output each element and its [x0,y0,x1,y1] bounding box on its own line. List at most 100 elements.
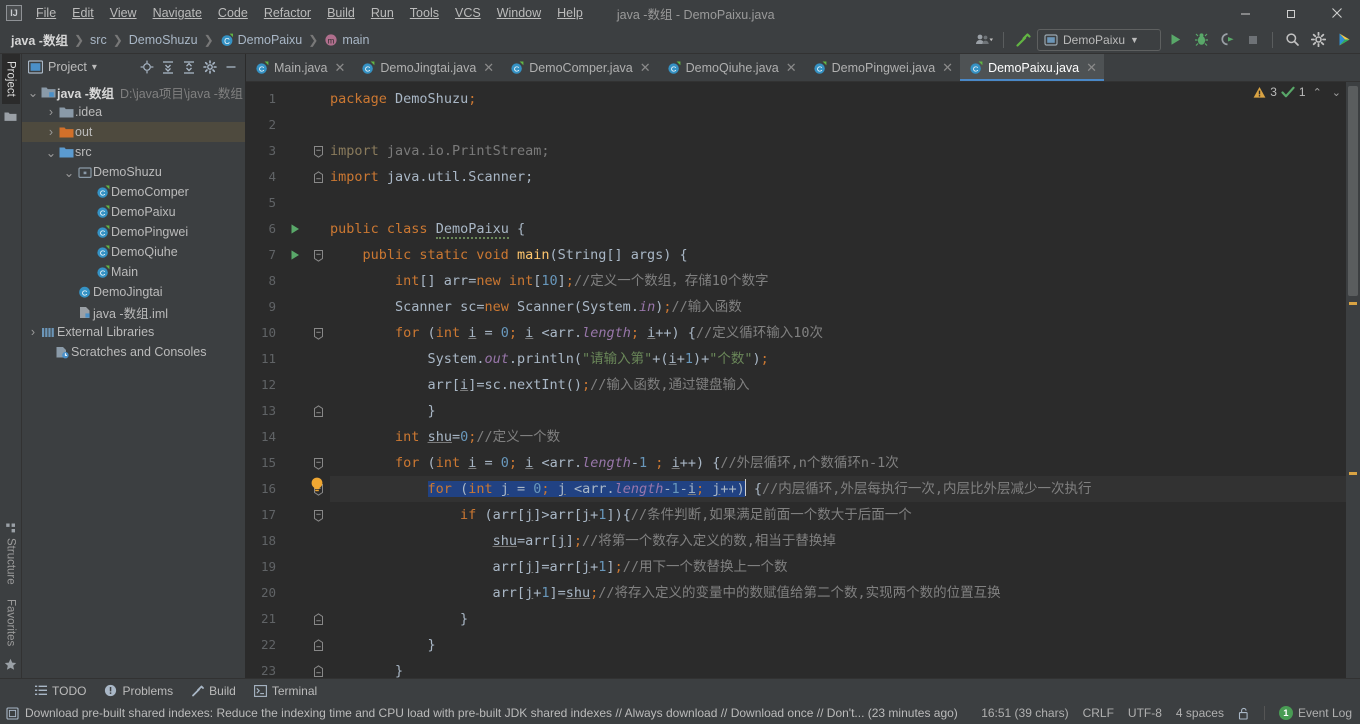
breadcrumb-item-class[interactable]: C DemoPaixu [217,32,306,48]
close-button[interactable] [1314,0,1360,26]
indent-setting[interactable]: 4 spaces [1176,706,1224,720]
breadcrumb-item-src[interactable]: src [87,32,110,48]
close-icon[interactable]: ✕ [1086,60,1097,76]
event-log-button[interactable]: 1 Event Log [1278,706,1352,720]
stop-icon[interactable] [1241,28,1265,52]
menu-navigate[interactable]: Navigate [145,3,210,23]
run-icon[interactable] [1163,28,1187,52]
ide-plugin-icon[interactable] [1332,28,1356,52]
fold-marker-for-16-end[interactable] [306,632,330,658]
tree-node-class-democomper[interactable]: C DemoComper [22,182,245,202]
locate-icon[interactable] [137,57,157,77]
fold-marker-if-17[interactable] [306,502,330,528]
fold-marker-if-17-end[interactable] [306,606,330,632]
fold-marker-for-15-end[interactable] [306,658,330,678]
debug-icon[interactable] [1189,28,1213,52]
user-settings-icon[interactable] [972,28,996,52]
chevron-down-icon[interactable]: ⌄ [44,145,58,160]
tree-node-class-demoqiuhe[interactable]: C DemoQiuhe [22,242,245,262]
tree-node-src[interactable]: ⌄ src [22,142,245,162]
close-icon[interactable]: ✕ [335,60,346,76]
maximize-button[interactable] [1268,0,1314,26]
editor-tab-demopingwei[interactable]: C DemoPingwei.java ✕ [804,54,960,81]
run-class-marker-icon[interactable] [284,216,306,242]
scrollbar-thumb[interactable] [1348,86,1358,296]
caret-position[interactable]: 16:51 (39 chars) [981,706,1068,720]
tree-node-module-root[interactable]: ⌄ java -数组 D:\java项目\java -数组 [22,82,245,102]
menu-build[interactable]: Build [319,3,363,23]
unlocked-icon[interactable] [1238,707,1250,720]
code-text[interactable]: package DemoShuzu; import java.io.PrintS… [330,82,1346,678]
editor-tab-democomper[interactable]: C DemoComper.java ✕ [501,54,657,81]
tree-node-class-demopingwei[interactable]: C DemoPingwei [22,222,245,242]
error-stripe-warning-mark[interactable] [1349,472,1357,475]
notification-icon[interactable] [6,706,19,720]
close-icon[interactable]: ✕ [640,60,651,76]
run-marker-gutter[interactable] [284,82,306,678]
chevron-right-icon[interactable]: › [44,125,58,139]
menu-code[interactable]: Code [210,3,256,23]
run-method-marker-icon[interactable] [284,242,306,268]
menu-window[interactable]: Window [489,3,549,23]
bottom-tab-problems[interactable]: Problems [95,682,182,700]
tool-window-button-favorites[interactable]: Favorites [2,592,20,653]
inspection-widget[interactable]: 3 1 ⌃ ⌄ [1253,85,1344,99]
tree-node-external-libraries[interactable]: › External Libraries [22,322,245,342]
menu-view[interactable]: View [102,3,145,23]
editor-tab-demopaixu[interactable]: C DemoPaixu.java ✕ [960,54,1104,81]
editor-tab-demoqiuhe[interactable]: C DemoQiuhe.java ✕ [658,54,804,81]
line-separator[interactable]: CRLF [1083,706,1114,720]
search-icon[interactable] [1280,28,1304,52]
tree-node-package-demoshuzu[interactable]: ⌄ DemoShuzu [22,162,245,182]
fold-marker-imports[interactable] [306,138,330,164]
fold-marker-for-10[interactable] [306,320,330,346]
bottom-tab-build[interactable]: Build [182,682,245,700]
tree-node-class-demopaixu[interactable]: C DemoPaixu [22,202,245,222]
file-encoding[interactable]: UTF-8 [1128,706,1162,720]
tree-node-idea[interactable]: › .idea [22,102,245,122]
project-title[interactable]: Project ▾ [28,60,97,74]
chevron-right-icon[interactable]: › [26,325,40,339]
expand-all-icon[interactable] [158,57,178,77]
chevron-down-icon[interactable]: ⌄ [26,85,40,100]
status-message[interactable]: Download pre-built shared indexes: Reduc… [25,706,958,720]
hide-tool-window-icon[interactable] [221,57,241,77]
fold-marker-imports-end[interactable] [306,164,330,190]
collapse-all-icon[interactable] [179,57,199,77]
menu-vcs[interactable]: VCS [447,3,489,23]
menu-help[interactable]: Help [549,3,591,23]
chevron-down-icon[interactable]: ⌄ [62,165,76,180]
editor-tab-main[interactable]: C Main.java ✕ [246,54,352,81]
minimize-button[interactable] [1222,0,1268,26]
chevron-right-icon[interactable]: › [44,105,58,119]
chevron-up-icon[interactable]: ⌃ [1310,86,1325,99]
tree-node-class-main[interactable]: C Main [22,262,245,282]
close-icon[interactable]: ✕ [483,60,494,76]
code-editor[interactable]: 3 1 ⌃ ⌄ 1 2 3 4 5 6 7 8 9 10 11 12 13 14… [246,82,1360,678]
intention-bulb-icon[interactable] [309,476,325,493]
bottom-tab-terminal[interactable]: Terminal [245,682,326,700]
menu-tools[interactable]: Tools [402,3,447,23]
tree-node-scratches[interactable]: Scratches and Consoles [22,342,245,362]
tool-window-button-structure[interactable]: Structure [2,516,20,592]
code-folding-gutter[interactable] [306,82,330,678]
tree-node-out[interactable]: › out [22,122,245,142]
editor-tab-demojingtai[interactable]: C DemoJingtai.java ✕ [352,54,501,81]
settings-gear-icon[interactable] [1306,28,1330,52]
tree-node-class-demojingtai[interactable]: C DemoJingtai [22,282,245,302]
breadcrumb-item-project[interactable]: java -数组 [8,29,71,50]
build-hammer-icon[interactable] [1011,28,1035,52]
close-icon[interactable]: ✕ [786,60,797,76]
chevron-down-icon[interactable]: ⌄ [1329,86,1344,99]
fold-marker-for-15[interactable] [306,450,330,476]
tool-window-button-project[interactable]: Project [1,54,20,104]
menu-file[interactable]: File [28,3,64,23]
close-icon[interactable]: ✕ [942,60,953,76]
editor-scrollbar[interactable] [1346,82,1360,678]
fold-marker-for-10-end[interactable] [306,398,330,424]
error-stripe-warning-mark[interactable] [1349,302,1357,305]
breadcrumb-item-package[interactable]: DemoShuzu [126,32,201,48]
fold-marker-method[interactable] [306,242,330,268]
bottom-tab-todo[interactable]: TODO [26,682,95,700]
settings-gear-icon[interactable] [200,57,220,77]
